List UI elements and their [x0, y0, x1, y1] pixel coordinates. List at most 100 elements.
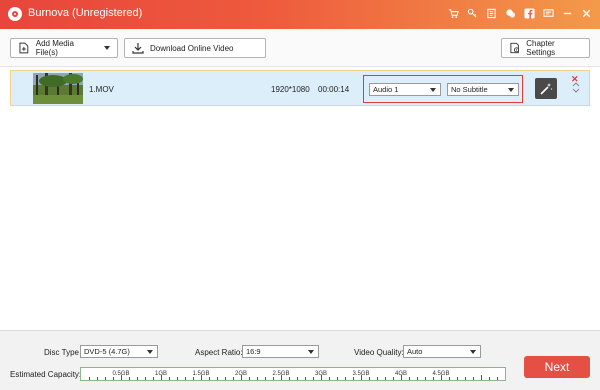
capacity-minor-tick: [217, 377, 218, 380]
burnova-logo-icon: [8, 7, 22, 21]
capacity-minor-tick: [409, 377, 410, 380]
register-icon[interactable]: [485, 7, 497, 19]
capacity-minor-tick: [353, 377, 354, 380]
capacity-minor-tick: [329, 377, 330, 380]
chapter-settings-button[interactable]: Chapter Settings: [501, 38, 590, 58]
chevron-down-icon: [147, 350, 153, 354]
capacity-tick-label: 4.5GB: [432, 371, 450, 377]
cart-icon[interactable]: [447, 7, 459, 19]
capacity-minor-tick: [273, 377, 274, 380]
move-up-icon[interactable]: [572, 82, 580, 87]
capacity-minor-tick: [105, 377, 106, 380]
capacity-minor-tick: [481, 375, 482, 380]
chevron-down-icon: [430, 88, 436, 92]
capacity-minor-tick: [337, 377, 338, 380]
subtitle-select[interactable]: No Subtitle: [447, 83, 519, 96]
video-quality-label: Video Quality:: [354, 348, 404, 357]
capacity-minor-tick: [497, 377, 498, 380]
capacity-minor-tick: [345, 377, 346, 380]
capacity-minor-tick: [393, 377, 394, 380]
key-icon[interactable]: [466, 7, 478, 19]
title-bar: Burnova (Unregistered): [0, 0, 600, 29]
capacity-minor-tick: [313, 377, 314, 380]
capacity-minor-tick: [113, 377, 114, 380]
download-label: Download Online Video: [150, 43, 234, 53]
file-name: 1.MOV: [89, 85, 114, 94]
chat-icon[interactable]: [504, 7, 516, 19]
capacity-minor-tick: [89, 377, 90, 380]
capacity-minor-tick: [193, 377, 194, 380]
capacity-minor-tick: [417, 377, 418, 380]
disc-type-label: Disc Type: [44, 348, 79, 357]
aspect-ratio-select[interactable]: 16:9: [242, 345, 319, 358]
capacity-minor-tick: [265, 377, 266, 380]
capacity-minor-tick: [425, 377, 426, 380]
capacity-minor-tick: [457, 377, 458, 380]
add-media-label: Add Media File(s): [35, 39, 74, 57]
capacity-minor-tick: [137, 377, 138, 380]
capacity-tick-label: 3.5GB: [352, 371, 370, 377]
toolbar: Add Media File(s) Download Online Video …: [0, 29, 600, 67]
capacity-minor-tick: [289, 377, 290, 380]
media-file-row[interactable]: 1.MOV 1920*1080 00:00:14 Audio 1 No Subt…: [10, 70, 590, 106]
chevron-down-icon[interactable]: [104, 46, 110, 50]
subtitle-value: No Subtitle: [451, 85, 488, 94]
capacity-tick-label: 1GB: [154, 371, 168, 377]
capacity-minor-tick: [369, 377, 370, 380]
capacity-tick-label: 3GB: [314, 371, 328, 377]
file-resolution: 1920*1080: [271, 85, 310, 94]
download-icon: [132, 43, 144, 54]
capacity-minor-tick: [305, 377, 306, 380]
audio-track-select[interactable]: Audio 1: [369, 83, 441, 96]
aspect-ratio-label: Aspect Ratio:: [195, 348, 243, 357]
window-title: Burnova (Unregistered): [28, 7, 143, 19]
capacity-minor-tick: [153, 377, 154, 380]
capacity-minor-tick: [177, 377, 178, 380]
video-thumbnail: [33, 73, 83, 104]
close-icon[interactable]: [580, 7, 592, 19]
capacity-minor-tick: [129, 377, 130, 380]
disc-type-value: DVD-5 (4.7G): [84, 347, 130, 356]
download-online-video-button[interactable]: Download Online Video: [124, 38, 266, 58]
capacity-minor-tick: [297, 377, 298, 380]
capacity-minor-tick: [97, 377, 98, 380]
chapter-settings-icon: [510, 42, 520, 54]
chapter-settings-label: Chapter Settings: [526, 39, 556, 57]
bottom-settings-panel: Disc Type DVD-5 (4.7G) Aspect Ratio: 16:…: [0, 330, 600, 390]
capacity-minor-tick: [145, 377, 146, 380]
video-quality-value: Auto: [407, 347, 423, 356]
capacity-minor-tick: [209, 377, 210, 380]
title-bar-icons: [447, 7, 592, 19]
capacity-meter: 0.5GB 1GB 1.5GB 2GB 2.5GB 3GB 3.5GB 4GB 4.5GB: [80, 367, 506, 381]
minimize-icon[interactable]: [561, 7, 573, 19]
disc-type-select[interactable]: DVD-5 (4.7G): [80, 345, 158, 358]
capacity-minor-tick: [465, 377, 466, 380]
feedback-icon[interactable]: [542, 7, 554, 19]
facebook-icon[interactable]: [523, 7, 535, 19]
add-media-button[interactable]: Add Media File(s): [10, 38, 118, 58]
edit-video-button[interactable]: [535, 78, 557, 99]
capacity-minor-tick: [385, 377, 386, 380]
capacity-minor-tick: [433, 377, 434, 380]
capacity-minor-tick: [449, 377, 450, 380]
audio-track-value: Audio 1: [373, 85, 399, 94]
chevron-down-icon: [308, 350, 314, 354]
capacity-minor-tick: [185, 377, 186, 380]
file-duration: 00:00:14: [318, 85, 350, 94]
video-quality-select[interactable]: Auto: [403, 345, 481, 358]
estimated-capacity-label: Estimated Capacity:: [10, 370, 82, 379]
chevron-down-icon: [508, 88, 514, 92]
capacity-tick-label: 0.5GB: [112, 371, 130, 377]
capacity-tick-label: 2GB: [234, 371, 248, 377]
move-down-icon[interactable]: [572, 88, 580, 93]
add-file-icon: [19, 42, 29, 54]
magic-wand-icon: [540, 82, 553, 95]
capacity-minor-tick: [257, 377, 258, 380]
next-label: Next: [544, 360, 570, 374]
capacity-minor-tick: [249, 377, 250, 380]
capacity-tick-label: 4GB: [394, 371, 408, 377]
aspect-ratio-value: 16:9: [246, 347, 261, 356]
capacity-tick-label: 1.5GB: [192, 371, 210, 377]
next-button[interactable]: Next: [524, 356, 590, 378]
capacity-minor-tick: [169, 377, 170, 380]
